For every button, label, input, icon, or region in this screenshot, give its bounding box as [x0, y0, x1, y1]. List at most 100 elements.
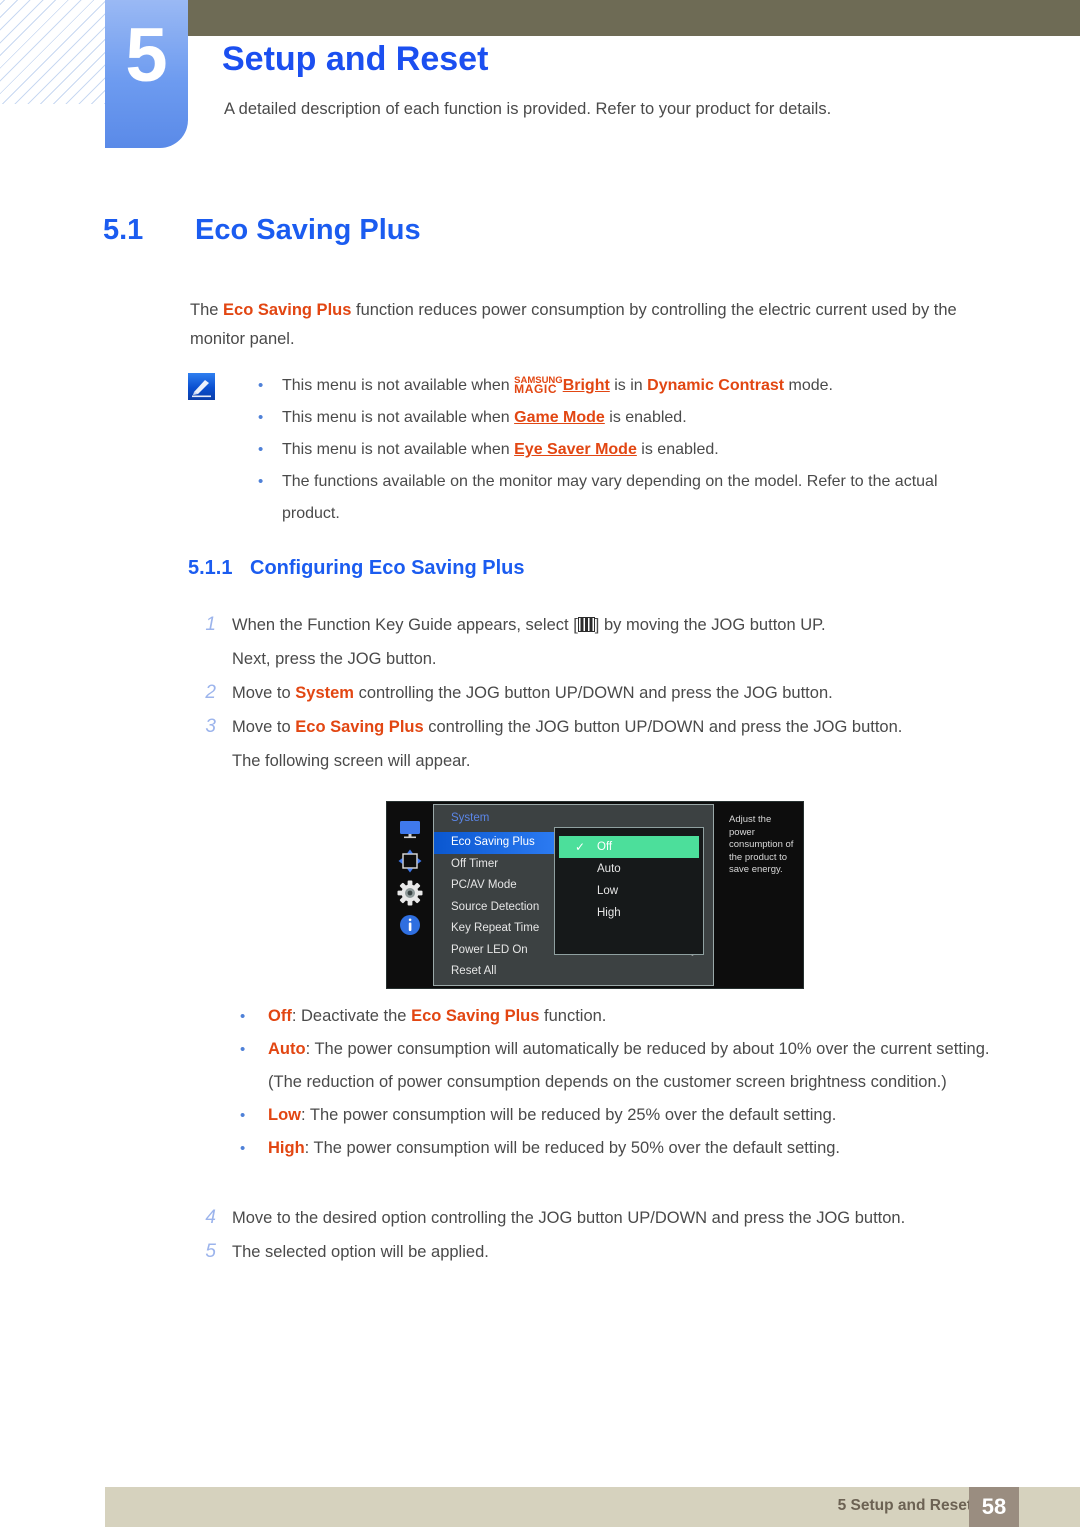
option-item-auto: Auto: The power consumption will automat… — [230, 1033, 1020, 1099]
option-term: Auto — [268, 1040, 306, 1058]
step-post: ] by moving the JOG button UP. — [594, 616, 826, 634]
option-post: : The power consumption will be reduced … — [304, 1139, 841, 1157]
note-pencil-icon — [188, 373, 215, 400]
page-header: 5 Setup and Reset A detailed description… — [0, 0, 1080, 160]
menu-key-icon — [577, 617, 595, 632]
section-number: 5.1 — [103, 214, 144, 246]
option-item-high: High: The power consumption will be redu… — [230, 1132, 1020, 1165]
dynamic-contrast-term: Dynamic Contrast — [647, 377, 785, 394]
option-item-low: Low: The power consumption will be reduc… — [230, 1099, 1020, 1132]
option-term: Low — [268, 1106, 301, 1124]
magic-bright-term: Bright — [562, 377, 610, 394]
note-middle: is in — [609, 377, 648, 394]
samsung-magic-logo: SAMSUNG MAGIC — [514, 376, 563, 396]
note-suffix: is enabled. — [604, 409, 687, 426]
magic-bottom: MAGIC — [514, 382, 558, 396]
info-icon[interactable] — [397, 912, 423, 938]
step-item: 3 Move to Eco Saving Plus controlling th… — [190, 710, 1000, 778]
osd-row-label: Key Repeat Time — [451, 922, 540, 934]
note-item: This menu is not available when SAMSUNGM… — [250, 370, 995, 402]
step-number: 2 — [205, 682, 216, 703]
osd-help-text: Adjust the power consumption of the prod… — [729, 814, 794, 875]
osd-sidebar — [387, 802, 433, 988]
option-continuation: (The reduction of power consumption depe… — [268, 1073, 947, 1091]
intro-term: Eco Saving Plus — [223, 301, 352, 319]
option-post: : The power consumption will automatical… — [305, 1040, 990, 1058]
osd-row-label: Power LED On — [451, 943, 528, 956]
osd-option-off[interactable]: ✓ Off — [559, 836, 699, 858]
step-item: 5 The selected option will be applied. — [190, 1235, 1000, 1269]
monitor-icon[interactable] — [397, 816, 423, 842]
osd-option-label: High — [597, 907, 621, 919]
gear-icon[interactable] — [397, 880, 423, 906]
position-arrows-icon[interactable] — [397, 848, 423, 874]
option-mid: : Deactivate the — [291, 1007, 412, 1025]
note-list: This menu is not available when SAMSUNGM… — [250, 370, 995, 530]
note-item: This menu is not available when Game Mod… — [250, 402, 995, 434]
step-item: 1 When the Function Key Guide appears, s… — [190, 608, 1000, 676]
osd-option-high[interactable]: High — [555, 902, 703, 924]
note-block: This menu is not available when SAMSUNGM… — [188, 370, 1008, 530]
note-prefix: This menu is not available when — [282, 377, 515, 394]
option-term: Off — [268, 1007, 292, 1025]
step-text: Move to the desired option controlling t… — [232, 1209, 906, 1227]
subsection-heading: 5.1.1 Configuring Eco Saving Plus — [188, 557, 524, 580]
osd-row-label: PC/AV Mode — [451, 879, 517, 891]
step-sub: Next, press the JOG button. — [232, 650, 437, 668]
header-olive-bar — [188, 0, 1080, 36]
footer-chapter-label: 5 Setup and Reset — [837, 1497, 972, 1514]
osd-option-label: Auto — [597, 863, 621, 875]
game-mode-term: Game Mode — [514, 409, 605, 426]
step-pre: Move to — [232, 684, 296, 702]
intro-paragraph: The Eco Saving Plus function reduces pow… — [190, 296, 1000, 354]
option-term: High — [268, 1139, 305, 1157]
step-number: 5 — [205, 1241, 216, 1262]
steps-list-after: 4 Move to the desired option controlling… — [190, 1201, 1000, 1269]
note-item: This menu is not available when Eye Save… — [250, 434, 995, 466]
note-prefix: This menu is not available when — [282, 441, 515, 458]
hatch-decoration — [0, 0, 105, 104]
subsection-title: Configuring Eco Saving Plus — [250, 557, 525, 579]
step-text: The selected option will be applied. — [232, 1243, 489, 1261]
option-post: function. — [539, 1007, 607, 1025]
osd-row-label: Eco Saving Plus — [451, 836, 535, 848]
chapter-title: Setup and Reset — [222, 40, 489, 78]
osd-row-label: Source Detection — [451, 900, 540, 913]
option-descriptions: Off: Deactivate the Eco Saving Plus func… — [230, 1000, 1020, 1165]
osd-option-label: Low — [597, 885, 619, 897]
option-term2: Eco Saving Plus — [411, 1007, 540, 1025]
osd-submenu: ✓ Off Auto Low High — [554, 827, 704, 955]
step-post: controlling the JOG button UP/DOWN and p… — [353, 684, 833, 702]
osd-menu-title: System — [451, 812, 490, 824]
osd-row-reset-all[interactable]: Reset All — [434, 961, 713, 983]
option-post: : The power consumption will be reduced … — [301, 1106, 837, 1124]
option-item-off: Off: Deactivate the Eco Saving Plus func… — [230, 1000, 1020, 1033]
osd-option-auto[interactable]: Auto — [555, 858, 703, 880]
osd-screenshot: System Eco Saving Plus Off Timer PC/AV M… — [386, 801, 804, 989]
step-item: 4 Move to the desired option controlling… — [190, 1201, 1000, 1235]
step-term: System — [295, 684, 354, 702]
step-item: 2 Move to System controlling the JOG but… — [190, 676, 1000, 710]
eye-saver-mode-term: Eye Saver Mode — [514, 441, 637, 458]
note-suffix: is enabled. — [636, 441, 719, 458]
note-plain: The functions available on the monitor m… — [282, 473, 938, 522]
step-number: 4 — [205, 1207, 216, 1228]
page-number: 58 — [969, 1487, 1019, 1527]
step-pre: Move to — [232, 718, 296, 736]
osd-row-label: Reset All — [451, 965, 497, 977]
page-footer: 5 Setup and Reset 58 — [105, 1487, 1080, 1527]
note-suffix: mode. — [784, 377, 833, 394]
step-term: Eco Saving Plus — [295, 718, 424, 736]
step-sub: The following screen will appear. — [232, 752, 471, 770]
step-pre: When the Function Key Guide appears, sel… — [232, 616, 578, 634]
check-icon: ✓ — [575, 840, 586, 854]
chapter-number-badge: 5 — [105, 0, 188, 148]
step-post: controlling the JOG button UP/DOWN and p… — [423, 718, 903, 736]
chapter-description: A detailed description of each function … — [224, 100, 832, 118]
osd-row-label: Off Timer — [451, 857, 499, 870]
osd-option-low[interactable]: Low — [555, 880, 703, 902]
step-number: 3 — [205, 716, 216, 737]
note-prefix: This menu is not available when — [282, 409, 515, 426]
steps-list: 1 When the Function Key Guide appears, s… — [190, 608, 1000, 778]
note-item: The functions available on the monitor m… — [250, 466, 995, 530]
